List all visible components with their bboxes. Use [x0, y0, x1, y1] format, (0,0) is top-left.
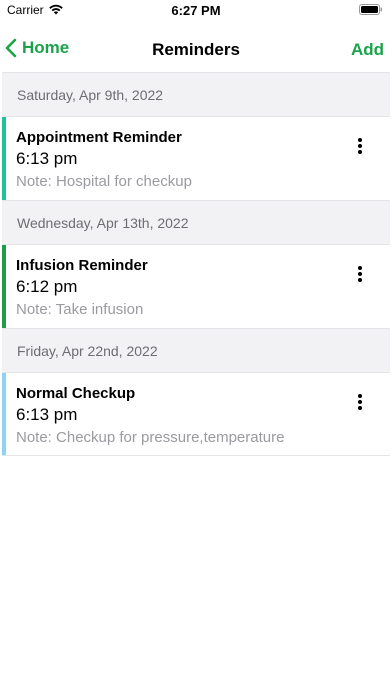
- reminder-note: Note: Take infusion: [16, 301, 144, 318]
- reminder-card[interactable]: Appointment Reminder 6:13 pm Note: Hospi…: [2, 116, 390, 200]
- more-options-icon[interactable]: [356, 266, 364, 284]
- status-bar: Carrier 6:27 PM: [0, 0, 392, 22]
- reminder-note: Note: Checkup for pressure,temperature: [16, 429, 285, 446]
- reminder-time: 6:13 pm: [16, 405, 78, 424]
- reminder-title: Normal Checkup: [16, 385, 136, 402]
- reminder-card[interactable]: Normal Checkup 6:13 pm Note: Checkup for…: [2, 372, 390, 456]
- add-button[interactable]: Add: [351, 40, 384, 60]
- page-title: Reminders: [152, 40, 240, 59]
- section-date-header: Friday, Apr 22nd, 2022: [2, 328, 390, 372]
- reminder-card[interactable]: Infusion Reminder 6:12 pm Note: Take inf…: [2, 244, 390, 328]
- card-accent-bar: [2, 117, 6, 200]
- reminder-note: Note: Hospital for checkup: [16, 173, 192, 190]
- reminder-time: 6:13 pm: [16, 149, 78, 168]
- navigation-bar: Home Reminders Add: [0, 28, 392, 72]
- reminder-title: Appointment Reminder: [16, 129, 182, 146]
- reminder-title: Infusion Reminder: [16, 257, 148, 274]
- more-options-icon[interactable]: [356, 394, 364, 412]
- reminders-list: Saturday, Apr 9th, 2022 Appointment Remi…: [2, 72, 390, 456]
- reminder-time: 6:12 pm: [16, 277, 78, 296]
- card-accent-bar: [2, 373, 6, 455]
- section-date-header: Wednesday, Apr 13th, 2022: [2, 200, 390, 244]
- more-options-icon[interactable]: [356, 138, 364, 156]
- section-date-header: Saturday, Apr 9th, 2022: [2, 72, 390, 116]
- card-accent-bar: [2, 245, 6, 328]
- status-time: 6:27 PM: [171, 3, 221, 18]
- battery-icon: [359, 4, 382, 15]
